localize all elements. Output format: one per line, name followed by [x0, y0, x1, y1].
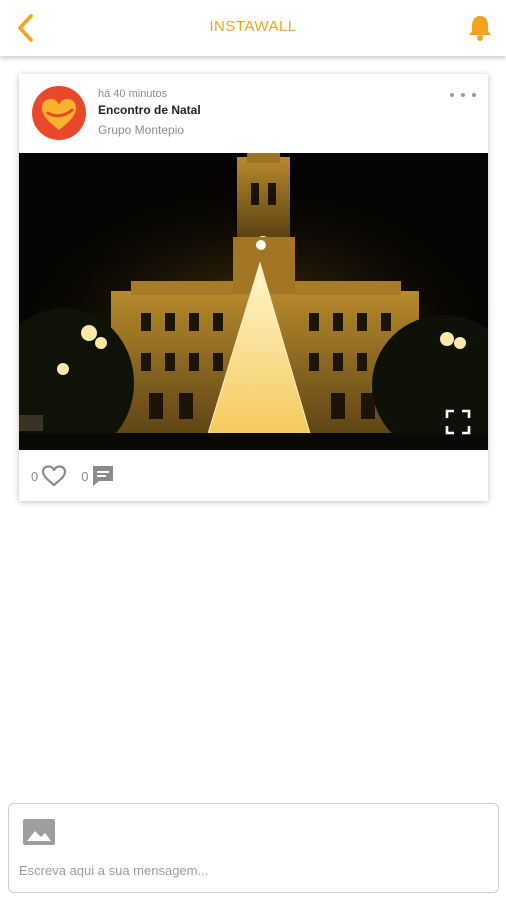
comment-count: 0 [81, 468, 89, 484]
more-dot-icon [450, 93, 454, 97]
heart-outline-icon [42, 465, 67, 487]
photo-illustration [19, 153, 488, 450]
attach-image-button[interactable] [22, 818, 56, 846]
bell-icon [469, 16, 491, 41]
heart-logo-icon [42, 99, 76, 130]
fullscreen-button[interactable] [444, 408, 472, 436]
fullscreen-icon [445, 409, 471, 435]
like-button[interactable]: 0 [31, 464, 67, 488]
page-title: INSTAWALL [209, 18, 297, 35]
post-title: Encontro de Natal [98, 103, 201, 117]
more-options-button[interactable] [450, 88, 476, 102]
post-card: há 40 minutos Encontro de Natal Grupo Mo… [19, 74, 488, 501]
comment-button[interactable]: 0 [81, 464, 115, 488]
post-group: Grupo Montepio [98, 123, 185, 137]
message-input[interactable] [19, 858, 489, 882]
more-dot-icon [472, 93, 476, 97]
post-meta: há 40 minutos Encontro de Natal Grupo Mo… [98, 87, 201, 138]
image-icon [23, 819, 55, 845]
message-composer [8, 803, 499, 893]
app-header: INSTAWALL [0, 0, 506, 56]
notifications-button[interactable] [464, 12, 496, 44]
more-dot-icon [461, 93, 465, 97]
like-count: 0 [31, 468, 39, 484]
post-photo[interactable] [19, 153, 488, 450]
post-time: há 40 minutos [98, 88, 168, 100]
comment-icon [93, 466, 114, 486]
post-actions: 0 0 [31, 462, 115, 490]
avatar [32, 86, 86, 140]
app-screen: INSTAWALL há 40 minutos Encontro de Nata… [0, 0, 506, 900]
